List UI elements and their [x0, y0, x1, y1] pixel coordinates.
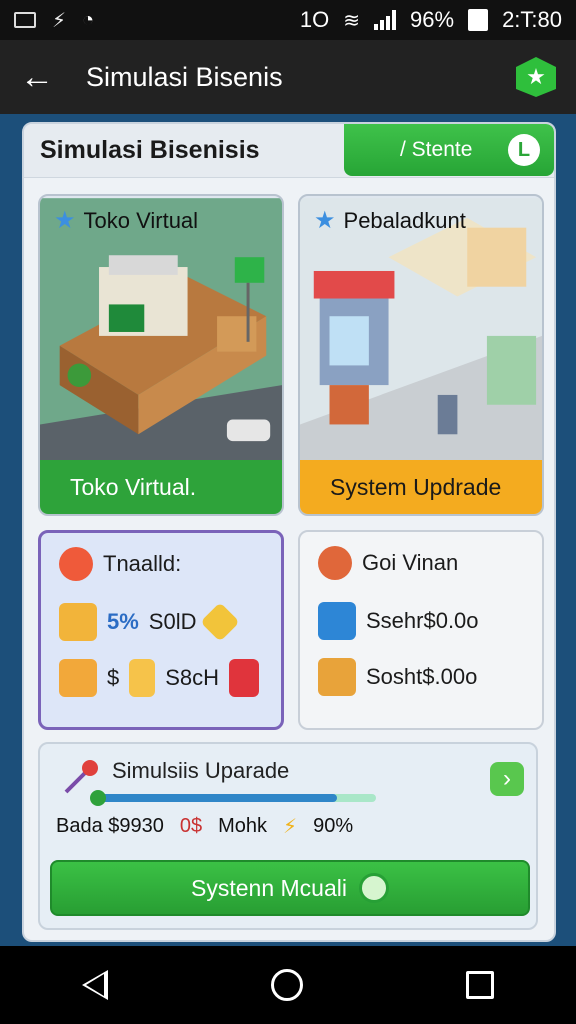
- trading-row-1-label: S0lD: [148, 609, 197, 634]
- status-button[interactable]: / Stente L: [344, 124, 554, 176]
- main-panel: Simulasi Bisenisis / Stente L ★ Toko Vir…: [22, 122, 556, 942]
- update-card[interactable]: ★ Pebaladkunt System Updrade: [298, 194, 544, 516]
- chest-icon: [318, 658, 356, 696]
- trading-row-2-label: S8cH: [165, 665, 220, 690]
- clock-icon: ◔: [82, 8, 95, 31]
- battery-percent: 96%: [410, 7, 455, 32]
- progress-start-dot: [90, 790, 106, 806]
- stat-percent: 90%: [313, 815, 354, 837]
- signal-bars-icon: [374, 10, 397, 30]
- shop-illustration: [300, 198, 542, 462]
- gain-row-1: Ssehr$0.0o: [318, 602, 479, 640]
- produce-icon: [318, 546, 352, 580]
- bolt-icon: ⚡: [52, 9, 67, 32]
- upgrade-title: Simulsiis Uparade: [112, 758, 290, 783]
- upgrade-card: Simulsiis Uparade › Bada $9930 0$ Mohk ⚡…: [38, 742, 538, 930]
- star-icon: ★: [314, 207, 336, 234]
- nav-recents-icon[interactable]: [466, 971, 495, 999]
- upgrade-progress-bar: [100, 794, 376, 802]
- arrow-left-icon[interactable]: ←: [20, 58, 60, 97]
- box-icon: [59, 603, 97, 641]
- coin-icon: [59, 547, 93, 581]
- status-label: / Stente: [400, 138, 473, 161]
- tag-icon: [200, 602, 241, 642]
- trading-row-2: $ S8cH: [59, 659, 260, 697]
- recycle-icon: [358, 873, 389, 903]
- update-footer: System Updrade: [300, 460, 542, 514]
- gain-row-2-value: Sosht$.00o: [366, 664, 478, 689]
- nav-home-icon[interactable]: [270, 969, 303, 1001]
- crate-icon: [318, 602, 356, 640]
- trading-card[interactable]: Tnaalld: 5% S0lD $ S8cH: [38, 530, 284, 730]
- navigation-bar: [0, 946, 576, 1024]
- image-icon: [14, 12, 36, 28]
- page-title: Simulasi Bisenis: [86, 61, 283, 92]
- cup-icon: [129, 659, 156, 697]
- wifi-icon: ≋: [343, 9, 361, 32]
- stat-bada: Bada $9930: [56, 815, 164, 837]
- gain-row-1-value: Ssehr$0.0o: [366, 608, 479, 633]
- app-bar: ← Simulasi Bisenis ★: [0, 40, 576, 114]
- caption-text: Pebaladkunt: [343, 207, 466, 233]
- clock-time: 2:T:80: [502, 7, 562, 32]
- status-bar: ⚡ ◔ 1O ≋ 96% 2:T:80: [0, 0, 576, 40]
- update-caption: ★ Pebaladkunt: [314, 206, 466, 235]
- caption-text: Toko Virtual: [83, 207, 199, 233]
- panel-title: Simulasi Bisenisis: [40, 136, 260, 164]
- stat-mohk: Mohk: [218, 815, 268, 837]
- gain-title: Goi Vinan: [362, 550, 459, 575]
- upgrade-stats: Bada $9930 0$ Mohk ⚡ 90%: [56, 814, 353, 839]
- trading-title-row: Tnaalld:: [59, 547, 181, 581]
- trading-title: Tnaalld:: [103, 551, 182, 576]
- virtual-store-caption: ★ Toko Virtual: [54, 206, 198, 235]
- card-icon: [229, 659, 260, 697]
- chevron-right-icon[interactable]: ›: [490, 762, 524, 796]
- store-illustration: [40, 198, 282, 462]
- virtual-store-card[interactable]: ★ Toko Virtual Toko Virtual.: [38, 194, 284, 516]
- upgrade-progress-fill: [100, 794, 338, 802]
- star-icon: ★: [54, 207, 76, 234]
- stat-red: 0$: [179, 815, 203, 837]
- gain-card[interactable]: Goi Vinan Ssehr$0.0o Sosht$.00o: [298, 530, 544, 730]
- bolt-icon: ⚡: [283, 816, 298, 838]
- virtual-store-footer: Toko Virtual.: [40, 460, 282, 514]
- status-text: 1O: [299, 7, 330, 32]
- trading-row-1-value: 5%: [107, 609, 139, 634]
- trading-row-2-value: $: [107, 665, 120, 690]
- bag-icon: [59, 659, 97, 697]
- status-icon: L: [508, 134, 540, 166]
- battery-icon: [468, 9, 489, 31]
- cta-label: Systenn Mcuali: [191, 874, 347, 901]
- system-manual-button[interactable]: Systenn Mcuali: [50, 860, 530, 916]
- nav-back-icon[interactable]: [81, 970, 108, 1000]
- star-shield-icon[interactable]: ★: [516, 57, 556, 97]
- trading-row-1: 5% S0lD: [59, 602, 241, 642]
- gain-row-2: Sosht$.00o: [318, 658, 477, 696]
- gain-title-row: Goi Vinan: [318, 546, 458, 580]
